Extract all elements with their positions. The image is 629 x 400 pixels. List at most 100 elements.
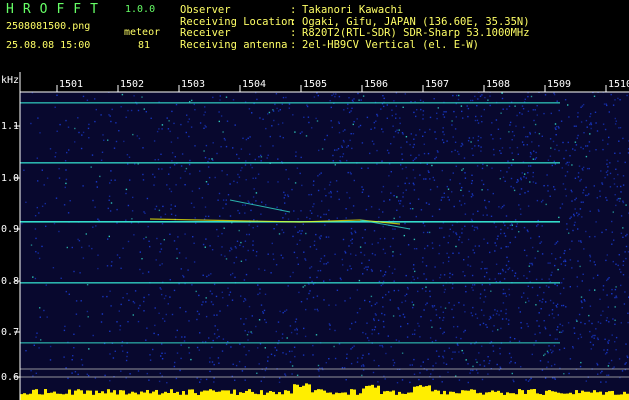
noise-speck [317,189,320,192]
noise-speck [589,256,592,258]
noise-speck [296,333,298,335]
noise-speck [212,142,214,144]
noise-speck [538,133,541,135]
noise-speck [46,316,48,318]
noise-speck [490,215,493,217]
noise-speck [110,265,113,267]
noise-speck [294,355,296,358]
noise-speck [516,179,519,181]
noise-speck [353,345,355,347]
noise-speck [614,306,616,308]
noise-speck [463,331,465,333]
noise-speck [130,109,133,112]
noise-speck [520,188,523,190]
noise-speck [472,365,474,368]
noise-speck [585,119,588,122]
noise-speck [435,350,438,352]
noise-speck [434,131,436,133]
noise-speck [449,228,451,230]
noise-speck [402,205,404,207]
noise-speck [472,249,474,251]
noise-speck [489,251,491,254]
noise-speck [577,116,579,118]
noise-speck [507,227,509,229]
noise-speck [159,264,161,266]
noise-speck [577,172,580,174]
noise-speck [167,128,170,130]
station-info: Observer: Takanori Kawachi Receiving Loc… [180,4,530,51]
noise-speck [488,318,491,320]
noise-speck [159,287,161,289]
noise-speck [462,117,464,119]
baseline-bin [308,384,311,400]
noise-speck [479,297,481,299]
noise-speck [409,143,411,146]
noise-speck [368,353,370,355]
noise-speck [619,152,621,154]
noise-speck [432,378,434,380]
noise-speck [480,268,482,270]
noise-speck [194,217,196,219]
noise-speck [348,111,351,114]
noise-speck [358,126,360,128]
noise-speck [514,236,517,238]
noise-speck [602,123,605,125]
noise-speck [548,345,550,347]
noise-speck [254,158,256,161]
noise-speck [37,117,39,119]
noise-speck [109,330,111,332]
noise-speck [562,141,564,144]
baseline-bin [317,389,320,400]
noise-speck [198,294,200,297]
noise-speck [198,349,200,351]
noise-speck [553,317,555,319]
noise-speck [566,161,568,164]
noise-speck [488,362,490,365]
noise-speck [295,155,297,157]
noise-speck [158,209,161,212]
noise-speck [509,224,512,226]
noise-speck [330,192,332,194]
baseline-bin [347,394,350,400]
noise-speck [416,109,418,111]
noise-speck [65,169,67,171]
noise-speck [539,286,541,289]
baseline-bin [431,391,434,400]
noise-speck [602,310,604,312]
noise-speck [54,156,56,158]
noise-speck [256,98,258,101]
noise-speck [527,110,530,112]
noise-speck [626,94,628,97]
baseline-bin [437,390,440,400]
noise-speck [429,116,432,119]
noise-speck [449,276,451,279]
noise-speck [71,372,73,374]
noise-speck [406,141,408,143]
baseline-bin [449,391,452,400]
carrier-line [20,282,560,284]
noise-speck [427,152,430,155]
noise-speck [623,303,626,305]
noise-speck [276,107,278,110]
baseline-bin [611,390,614,400]
noise-speck [278,340,280,342]
noise-speck [523,126,525,129]
noise-speck [397,185,399,187]
noise-speck [132,314,134,316]
noise-speck [462,352,465,354]
baseline-bin [83,393,86,400]
noise-speck [425,286,427,288]
noise-speck [277,110,280,112]
noise-speck [545,203,547,206]
noise-speck [480,309,483,311]
noise-speck [419,99,422,101]
noise-speck [549,155,552,157]
noise-speck [447,188,450,190]
noise-speck [352,123,354,126]
noise-speck [81,364,84,366]
noise-speck [604,128,607,131]
noise-speck [625,343,627,345]
noise-speck [282,257,284,259]
noise-speck [159,251,161,253]
baseline-bin [47,393,50,400]
